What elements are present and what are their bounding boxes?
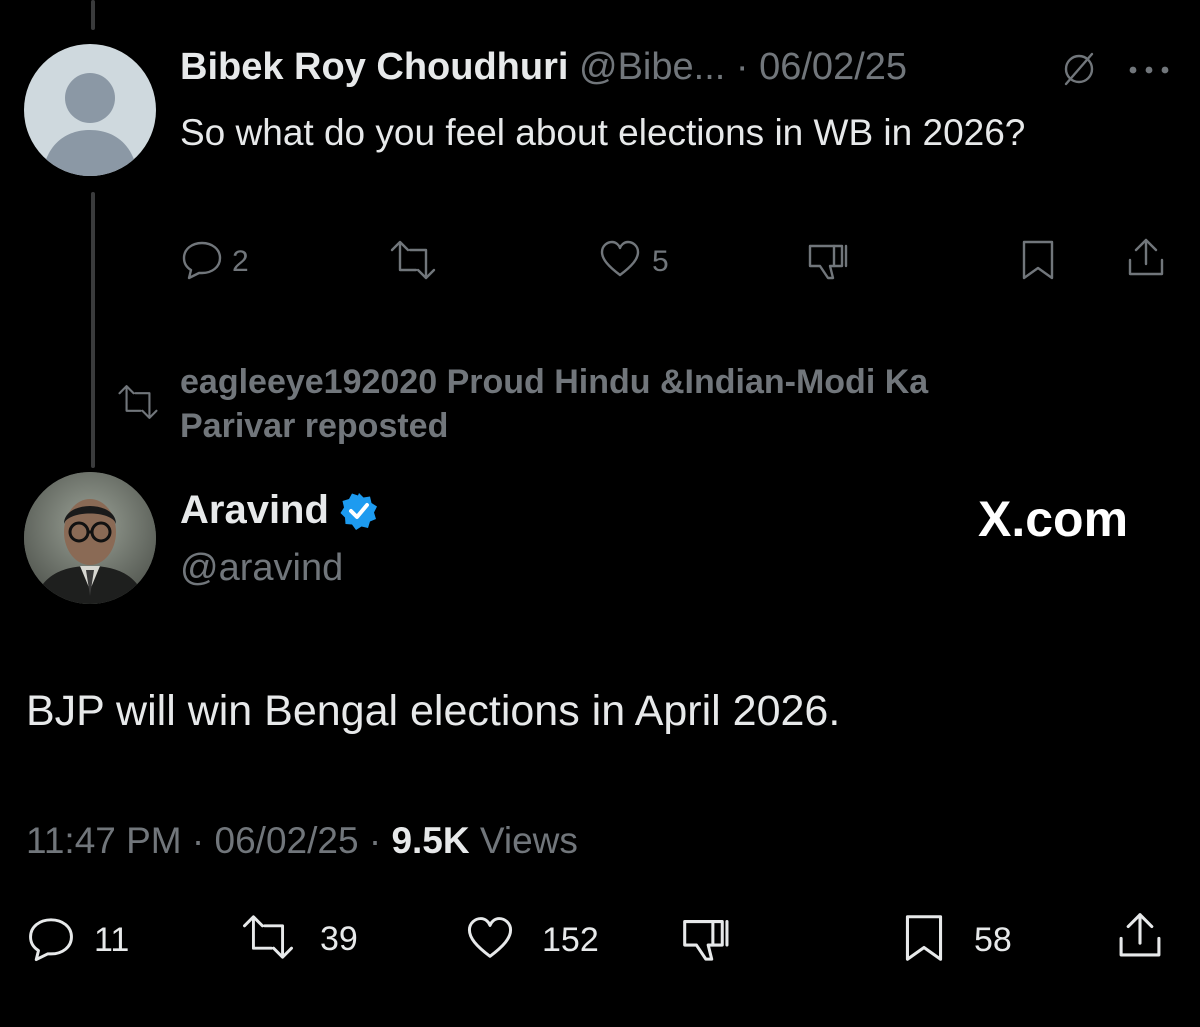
share-icon xyxy=(1114,913,1166,966)
verified-badge-icon xyxy=(339,491,379,531)
views-label[interactable]: Views xyxy=(480,820,578,861)
speech-bubble-icon xyxy=(26,914,76,967)
repost-icon xyxy=(240,914,296,965)
main-repost-button[interactable]: 39 xyxy=(240,914,358,965)
main-author-handle[interactable]: @aravind xyxy=(180,545,343,591)
main-tweet-text: BJP will win Bengal elections in April 2… xyxy=(26,687,841,735)
main-like-count: 152 xyxy=(542,921,599,959)
more-options-icon[interactable] xyxy=(1128,62,1170,80)
heart-icon xyxy=(598,238,642,285)
thread-line-top xyxy=(91,0,95,30)
reply-avatar[interactable] xyxy=(24,44,156,176)
tweet-date[interactable]: 06/02/25 xyxy=(215,820,359,861)
main-avatar[interactable] xyxy=(24,472,156,604)
reposted-indicator-icon xyxy=(116,384,160,425)
main-bookmark-count: 58 xyxy=(974,921,1012,959)
reply-like-button[interactable]: 5 xyxy=(598,238,669,285)
reply-repost-button[interactable] xyxy=(388,240,438,285)
reply-bookmark-button[interactable] xyxy=(1018,238,1058,287)
thumbs-down-icon xyxy=(680,920,734,968)
reply-dislike-button[interactable] xyxy=(806,238,852,287)
meta-separator-2: · xyxy=(368,820,382,861)
main-like-button[interactable]: 152 xyxy=(464,914,599,967)
x-com-watermark: X.com xyxy=(978,491,1129,547)
reply-reply-button[interactable]: 2 xyxy=(180,238,249,285)
thread-line-middle xyxy=(91,192,95,468)
meta-separator-1: · xyxy=(191,820,205,861)
reply-reply-count: 2 xyxy=(232,244,249,278)
main-dislike-button[interactable] xyxy=(680,912,734,969)
bookmark-icon xyxy=(1018,240,1058,286)
main-author-name[interactable]: Aravind xyxy=(180,488,329,533)
thumbs-down-icon xyxy=(806,244,852,286)
views-count[interactable]: 9.5K xyxy=(391,820,469,861)
reply-separator: · xyxy=(735,46,749,88)
reply-date[interactable]: 06/02/25 xyxy=(759,46,907,88)
default-avatar-icon xyxy=(42,73,138,176)
share-icon xyxy=(1124,238,1168,284)
tweet-time[interactable]: 11:47 PM xyxy=(26,820,182,861)
bookmark-icon xyxy=(900,912,948,969)
main-bookmark-button[interactable]: 58 xyxy=(900,912,1012,969)
main-reply-button[interactable]: 11 xyxy=(26,914,129,967)
speech-bubble-icon xyxy=(180,238,224,285)
main-tweet-meta: 11:47 PM · 06/02/25 · 9.5K Views xyxy=(26,818,578,864)
portrait-avatar-icon xyxy=(24,472,156,604)
repost-icon xyxy=(388,240,438,284)
reply-text: So what do you feel about elections in W… xyxy=(180,112,1026,153)
repost-label-line2: Parivar reposted xyxy=(180,407,449,445)
reply-header: Bibek Roy Choudhuri @Bibe... · 06/02/25 xyxy=(180,44,907,90)
main-repost-count: 39 xyxy=(320,920,358,958)
repost-label[interactable]: eagleeye192020 Proud Hindu &Indian-Modi … xyxy=(180,360,928,448)
main-header: Aravind xyxy=(180,488,379,533)
reply-author-handle[interactable]: @Bibe... xyxy=(579,46,725,88)
repost-label-line1: eagleeye192020 Proud Hindu &Indian-Modi … xyxy=(180,363,929,401)
heart-icon xyxy=(464,914,516,967)
main-reply-count: 11 xyxy=(94,921,130,959)
reply-share-button[interactable] xyxy=(1124,236,1168,285)
main-share-button[interactable] xyxy=(1114,910,1166,967)
reply-like-count: 5 xyxy=(652,244,669,278)
reply-author-name[interactable]: Bibek Roy Choudhuri xyxy=(180,46,568,88)
grok-icon[interactable] xyxy=(1058,50,1100,93)
